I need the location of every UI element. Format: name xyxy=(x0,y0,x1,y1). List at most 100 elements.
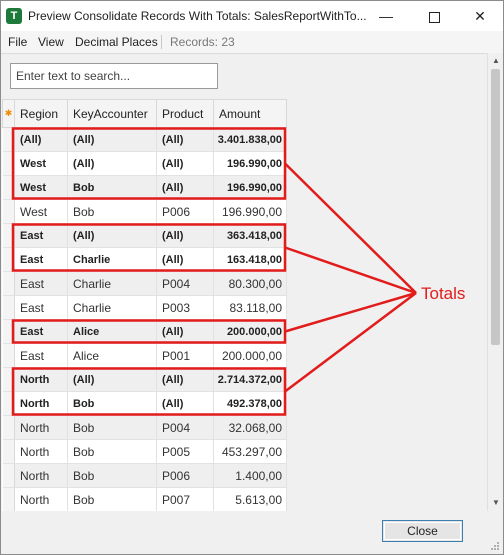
row-indicator[interactable] xyxy=(2,247,15,272)
cell-product[interactable]: P001 xyxy=(156,343,214,368)
cell-amount[interactable]: 80.300,00 xyxy=(213,271,287,296)
cell-region[interactable]: North xyxy=(14,391,68,416)
scroll-thumb[interactable] xyxy=(491,69,500,345)
close-window-button[interactable]: ✕ xyxy=(457,1,503,31)
table-row[interactable]: East Alice P001 200.000,00 xyxy=(2,343,287,368)
table-row[interactable]: East Charlie P003 83.118,00 xyxy=(2,295,287,320)
resize-grip-icon[interactable] xyxy=(490,541,500,551)
column-header-region[interactable]: Region xyxy=(14,99,68,128)
table-row[interactable]: West Bob P006 196.990,00 xyxy=(2,199,287,224)
table-row[interactable]: North Bob P007 5.613,00 xyxy=(2,487,287,512)
row-indicator[interactable] xyxy=(2,391,15,416)
cell-product[interactable]: (All) xyxy=(156,247,214,272)
table-row[interactable]: East Charlie P004 80.300,00 xyxy=(2,271,287,296)
cell-keyaccounter[interactable]: (All) xyxy=(67,223,157,248)
menu-view[interactable]: View xyxy=(38,35,64,49)
cell-amount[interactable]: 200.000,00 xyxy=(213,343,287,368)
cell-amount[interactable]: 3.401.838,00 xyxy=(213,127,287,152)
cell-keyaccounter[interactable]: Bob xyxy=(67,175,157,200)
table-row[interactable]: (All) (All) (All) 3.401.838,00 xyxy=(2,127,287,152)
row-indicator[interactable] xyxy=(2,199,15,224)
cell-region[interactable]: North xyxy=(14,439,68,464)
cell-amount[interactable]: 492.378,00 xyxy=(213,391,287,416)
cell-amount[interactable]: 200.000,00 xyxy=(213,319,287,344)
row-indicator[interactable] xyxy=(2,295,15,320)
cell-region[interactable]: East xyxy=(14,247,68,272)
table-row[interactable]: West (All) (All) 196.990,00 xyxy=(2,151,287,176)
cell-keyaccounter[interactable]: Bob xyxy=(67,487,157,512)
cell-keyaccounter[interactable]: (All) xyxy=(67,151,157,176)
cell-region[interactable]: West xyxy=(14,151,68,176)
cell-product[interactable]: P004 xyxy=(156,271,214,296)
cell-region[interactable]: West xyxy=(14,199,68,224)
cell-product[interactable]: (All) xyxy=(156,175,214,200)
cell-region[interactable]: East xyxy=(14,223,68,248)
table-row[interactable]: West Bob (All) 196.990,00 xyxy=(2,175,287,200)
cell-product[interactable]: P006 xyxy=(156,199,214,224)
table-row[interactable]: North Bob P004 32.068,00 xyxy=(2,415,287,440)
row-indicator[interactable] xyxy=(2,127,15,152)
cell-amount[interactable]: 1.400,00 xyxy=(213,463,287,488)
cell-keyaccounter[interactable]: Bob xyxy=(67,199,157,224)
cell-region[interactable]: East xyxy=(14,319,68,344)
cell-product[interactable]: P004 xyxy=(156,415,214,440)
column-header-amount[interactable]: Amount xyxy=(213,99,287,128)
cell-product[interactable]: (All) xyxy=(156,367,214,392)
cell-amount[interactable]: 163.418,00 xyxy=(213,247,287,272)
table-row[interactable]: North Bob (All) 492.378,00 xyxy=(2,391,287,416)
cell-region[interactable]: East xyxy=(14,271,68,296)
cell-product[interactable]: P006 xyxy=(156,463,214,488)
menu-file[interactable]: File xyxy=(8,35,27,49)
cell-product[interactable]: (All) xyxy=(156,127,214,152)
cell-product[interactable]: (All) xyxy=(156,319,214,344)
table-row[interactable]: East (All) (All) 363.418,00 xyxy=(2,223,287,248)
row-indicator[interactable] xyxy=(2,415,15,440)
cell-keyaccounter[interactable]: Bob xyxy=(67,463,157,488)
row-indicator[interactable] xyxy=(2,367,15,392)
column-header-product[interactable]: Product xyxy=(156,99,214,128)
cell-region[interactable]: North xyxy=(14,367,68,392)
table-row[interactable]: North Bob P005 453.297,00 xyxy=(2,439,287,464)
title-bar[interactable]: T Preview Consolidate Records With Total… xyxy=(1,1,503,31)
cell-product[interactable]: (All) xyxy=(156,151,214,176)
vertical-scrollbar[interactable]: ▲ ▼ xyxy=(487,53,503,511)
cell-keyaccounter[interactable]: Bob xyxy=(67,391,157,416)
cell-keyaccounter[interactable]: Charlie xyxy=(67,295,157,320)
row-indicator[interactable] xyxy=(2,319,15,344)
cell-amount[interactable]: 83.118,00 xyxy=(213,295,287,320)
row-indicator[interactable] xyxy=(2,439,15,464)
cell-product[interactable]: P005 xyxy=(156,439,214,464)
cell-amount[interactable]: 196.990,00 xyxy=(213,199,287,224)
row-indicator[interactable] xyxy=(2,223,15,248)
cell-region[interactable]: North xyxy=(14,463,68,488)
cell-amount[interactable]: 5.613,00 xyxy=(213,487,287,512)
table-row[interactable]: North Bob P006 1.400,00 xyxy=(2,463,287,488)
column-header-keyaccounter[interactable]: KeyAccounter xyxy=(67,99,157,128)
close-button[interactable]: Close xyxy=(382,520,463,542)
cell-keyaccounter[interactable]: Alice xyxy=(67,343,157,368)
row-indicator[interactable] xyxy=(2,487,15,512)
cell-amount[interactable]: 196.990,00 xyxy=(213,175,287,200)
scroll-up-arrow-icon[interactable]: ▲ xyxy=(488,53,504,69)
table-row[interactable]: East Charlie (All) 163.418,00 xyxy=(2,247,287,272)
cell-keyaccounter[interactable]: (All) xyxy=(67,127,157,152)
maximize-button[interactable] xyxy=(411,1,457,31)
cell-keyaccounter[interactable]: (All) xyxy=(67,367,157,392)
menu-decimal-places[interactable]: Decimal Places xyxy=(75,35,158,49)
scroll-down-arrow-icon[interactable]: ▼ xyxy=(488,495,504,511)
row-indicator[interactable] xyxy=(2,463,15,488)
cell-region[interactable]: East xyxy=(14,343,68,368)
cell-amount[interactable]: 453.297,00 xyxy=(213,439,287,464)
cell-keyaccounter[interactable]: Charlie xyxy=(67,247,157,272)
cell-region[interactable]: North xyxy=(14,415,68,440)
cell-amount[interactable]: 32.068,00 xyxy=(213,415,287,440)
cell-product[interactable]: (All) xyxy=(156,223,214,248)
cell-amount[interactable]: 196.990,00 xyxy=(213,151,287,176)
cell-keyaccounter[interactable]: Alice xyxy=(67,319,157,344)
cell-region[interactable]: (All) xyxy=(14,127,68,152)
minimize-button[interactable]: — xyxy=(363,1,409,31)
cell-region[interactable]: North xyxy=(14,487,68,512)
row-indicator[interactable] xyxy=(2,271,15,296)
row-indicator[interactable] xyxy=(2,343,15,368)
table-row[interactable]: East Alice (All) 200.000,00 xyxy=(2,319,287,344)
